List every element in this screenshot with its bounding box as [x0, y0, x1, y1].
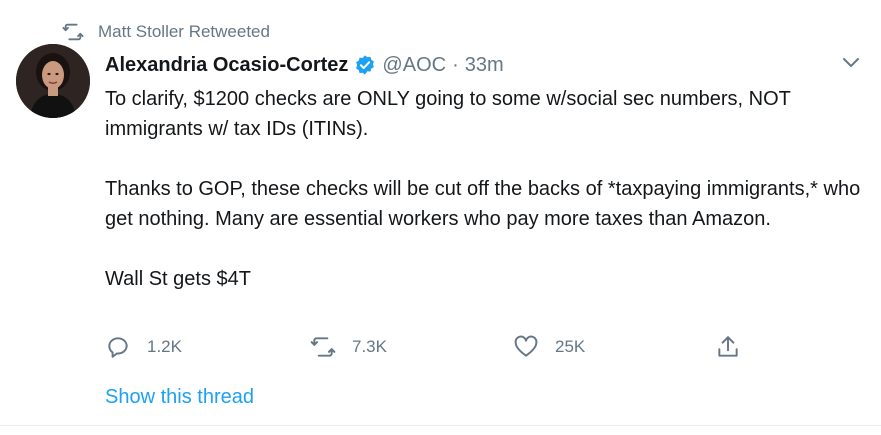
show-thread-link[interactable]: Show this thread: [105, 386, 254, 409]
reply-button[interactable]: 1.2K: [105, 334, 182, 360]
tweet-paragraph: To clarify, $1200 checks are ONLY going …: [105, 88, 791, 140]
retweet-count: 7.3K: [352, 337, 387, 356]
verified-badge-icon: [356, 55, 375, 75]
share-icon: [718, 336, 738, 357]
tweet-paragraph: Thanks to GOP, these checks will be cut …: [105, 178, 861, 230]
like-button[interactable]: 25K: [513, 334, 585, 360]
avatar[interactable]: [16, 44, 90, 118]
chevron-down-icon[interactable]: [839, 50, 863, 74]
tweet-actions: 1.2K 7.3K 25K: [105, 334, 745, 364]
like-count: 25K: [555, 337, 586, 356]
reply-count: 1.2K: [147, 337, 182, 356]
retweeted-by-label[interactable]: Matt Stoller Retweeted: [98, 22, 270, 42]
divider: [0, 425, 881, 426]
tweet[interactable]: Matt Stoller Retweeted Alexandria Ocasio…: [0, 0, 881, 426]
author-handle[interactable]: @AOC: [382, 54, 446, 77]
separator-dot: ·: [452, 53, 459, 76]
tweet-header: Alexandria Ocasio-Cortez @AOC · 33m: [105, 51, 504, 79]
reply-icon: [108, 337, 128, 358]
share-button[interactable]: [715, 334, 741, 360]
retweet-button[interactable]: 7.3K: [310, 334, 387, 360]
heart-icon: [514, 335, 538, 357]
retweet-icon: [310, 337, 336, 357]
tweet-timestamp[interactable]: 33m: [465, 54, 504, 77]
author-name[interactable]: Alexandria Ocasio-Cortez: [105, 54, 348, 77]
tweet-text: To clarify, $1200 checks are ONLY going …: [105, 84, 865, 294]
retweeted-by: Matt Stoller Retweeted: [62, 20, 270, 44]
tweet-paragraph: Wall St gets $4T: [105, 268, 251, 290]
profile-photo: [16, 44, 90, 118]
retweet-icon: [62, 23, 84, 41]
